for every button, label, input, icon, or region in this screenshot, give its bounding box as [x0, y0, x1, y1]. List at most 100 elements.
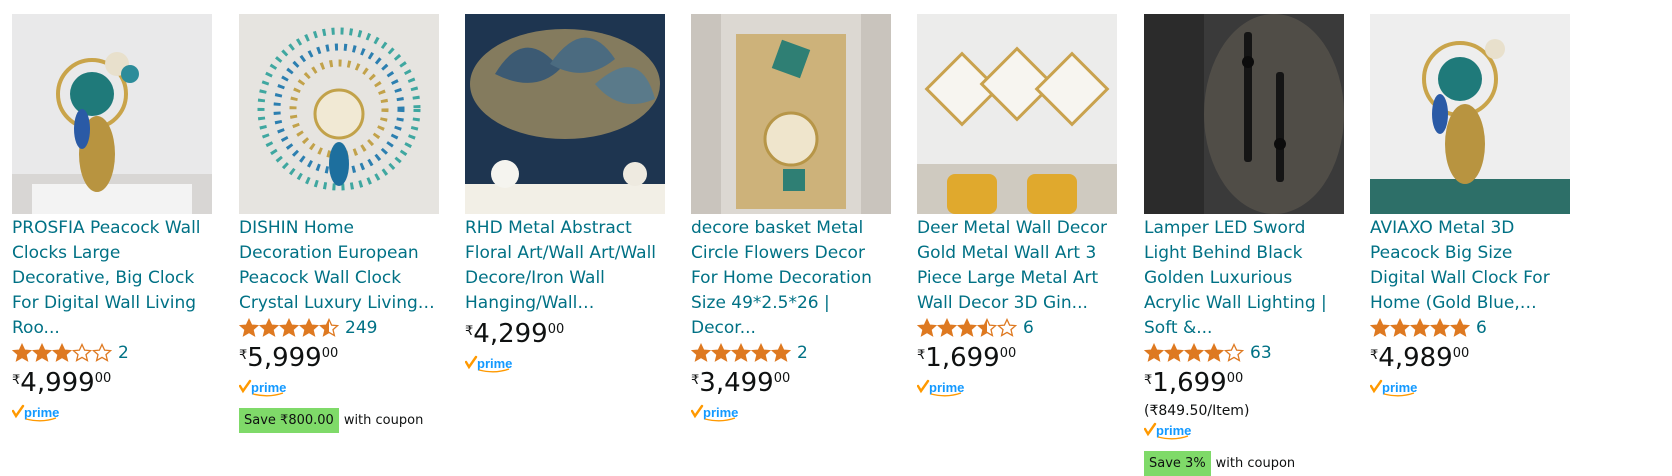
svg-text:prime: prime [1156, 423, 1191, 438]
price-whole: 4,989 [1378, 343, 1453, 373]
star-rating-icon [239, 318, 339, 338]
product-image[interactable] [1370, 14, 1570, 214]
peacock-clock-image [12, 14, 212, 214]
coupon-badge[interactable]: Save 3% [1144, 451, 1211, 476]
prime-badge: prime [691, 403, 891, 423]
star-icon [1164, 343, 1184, 363]
svg-text:prime: prime [251, 380, 286, 395]
currency-symbol: ₹ [691, 373, 700, 388]
product-image[interactable] [1144, 14, 1344, 214]
price-fraction: 00 [321, 346, 339, 361]
product-title[interactable]: Lamper LED Sword Light Behind Black Gold… [1144, 216, 1344, 341]
prime-badge: prime [465, 354, 665, 374]
product-title[interactable]: RHD Metal Abstract Floral Art/Wall Art/W… [465, 216, 665, 316]
price: ₹ 1,699 00 [917, 342, 1117, 376]
prime-logo-icon: prime [691, 404, 738, 422]
currency-symbol: ₹ [917, 348, 926, 363]
product-title[interactable]: DISHIN Home Decoration European Peacock … [239, 216, 439, 316]
star-icon [731, 343, 751, 363]
metal-leaf-art-image [465, 14, 665, 214]
product-image[interactable] [465, 14, 665, 214]
rating[interactable]: 2 [691, 341, 891, 365]
prime-logo-icon: prime [917, 379, 964, 397]
svg-text:prime: prime [1382, 380, 1417, 395]
product-title[interactable]: decore basket Metal Circle Flowers Decor… [691, 216, 891, 341]
star-icon [279, 318, 299, 338]
product-card[interactable]: DISHIN Home Decoration European Peacock … [239, 14, 439, 433]
product-card[interactable]: Deer Metal Wall Decor Gold Metal Wall Ar… [917, 14, 1117, 398]
product-card[interactable]: Lamper LED Sword Light Behind Black Gold… [1144, 14, 1344, 476]
review-count[interactable]: 63 [1250, 343, 1272, 363]
svg-text:prime: prime [24, 405, 59, 420]
star-icon [52, 343, 72, 363]
star-rating-icon [917, 318, 1017, 338]
rating[interactable]: 6 [917, 316, 1117, 340]
rating[interactable]: 63 [1144, 341, 1344, 365]
svg-text:prime: prime [929, 380, 964, 395]
coupon-badge[interactable]: Save ₹800.00 [239, 408, 339, 433]
star-icon [239, 318, 259, 338]
gold-flower-clock-image [691, 14, 891, 214]
product-card[interactable]: AVIAXO Metal 3D Peacock Big Size Digital… [1370, 14, 1570, 398]
star-icon [917, 318, 937, 338]
currency-symbol: ₹ [239, 348, 248, 363]
coupon[interactable]: Save ₹800.00 with coupon [239, 408, 439, 433]
product-title[interactable]: Deer Metal Wall Decor Gold Metal Wall Ar… [917, 216, 1117, 316]
star-icon [1410, 318, 1430, 338]
price-fraction: 00 [1226, 371, 1244, 386]
product-card[interactable]: PROSFIA Peacock Wall Clocks Large Decora… [12, 14, 212, 423]
coupon[interactable]: Save 3% with coupon [1144, 451, 1344, 476]
prime-badge: prime [1370, 378, 1570, 398]
star-icon [711, 343, 731, 363]
star-icon [259, 318, 279, 338]
star-icon [1184, 343, 1204, 363]
star-icon [1370, 318, 1390, 338]
star-icon [1390, 318, 1410, 338]
product-image[interactable] [691, 14, 891, 214]
price-whole: 4,999 [20, 368, 95, 398]
star-icon [32, 343, 52, 363]
product-card[interactable]: decore basket Metal Circle Flowers Decor… [691, 14, 891, 423]
star-icon [691, 343, 711, 363]
product-card[interactable]: RHD Metal Abstract Floral Art/Wall Art/W… [465, 14, 665, 374]
price-fraction: 00 [1452, 346, 1470, 361]
coupon-text: with coupon [343, 413, 424, 428]
star-icon [1144, 343, 1164, 363]
prime-logo-icon: prime [1144, 422, 1191, 440]
star-icon [299, 318, 319, 338]
star-icon [997, 318, 1017, 338]
currency-symbol: ₹ [1370, 348, 1379, 363]
review-count[interactable]: 6 [1023, 318, 1034, 338]
price: ₹ 1,699 00 [1144, 367, 1344, 401]
star-icon [1430, 318, 1450, 338]
product-title[interactable]: AVIAXO Metal 3D Peacock Big Size Digital… [1370, 216, 1570, 316]
star-icon [957, 318, 977, 338]
star-rating-icon [1144, 343, 1244, 363]
review-count[interactable]: 2 [797, 343, 808, 363]
price-fraction: 00 [999, 346, 1017, 361]
star-icon [12, 343, 32, 363]
star-icon [977, 318, 997, 338]
star-rating-icon [1370, 318, 1470, 338]
review-count[interactable]: 6 [1476, 318, 1487, 338]
prime-badge: prime [917, 378, 1117, 398]
product-title[interactable]: PROSFIA Peacock Wall Clocks Large Decora… [12, 216, 212, 341]
price: ₹ 4,989 00 [1370, 342, 1570, 376]
price-whole: 3,499 [699, 368, 774, 398]
star-icon [1450, 318, 1470, 338]
review-count[interactable]: 2 [118, 343, 129, 363]
price: ₹ 4,999 00 [12, 367, 212, 401]
rating[interactable]: 249 [239, 316, 439, 340]
rating[interactable]: 6 [1370, 316, 1570, 340]
review-count[interactable]: 249 [345, 318, 377, 338]
product-grid: PROSFIA Peacock Wall Clocks Large Decora… [0, 0, 1672, 476]
price-fraction: 00 [94, 371, 112, 386]
product-image[interactable] [239, 14, 439, 214]
product-image[interactable] [12, 14, 212, 214]
star-icon [937, 318, 957, 338]
star-rating-icon [691, 343, 791, 363]
star-icon [319, 318, 339, 338]
product-image[interactable] [917, 14, 1117, 214]
price-fraction: 00 [773, 371, 791, 386]
rating[interactable]: 2 [12, 341, 212, 365]
